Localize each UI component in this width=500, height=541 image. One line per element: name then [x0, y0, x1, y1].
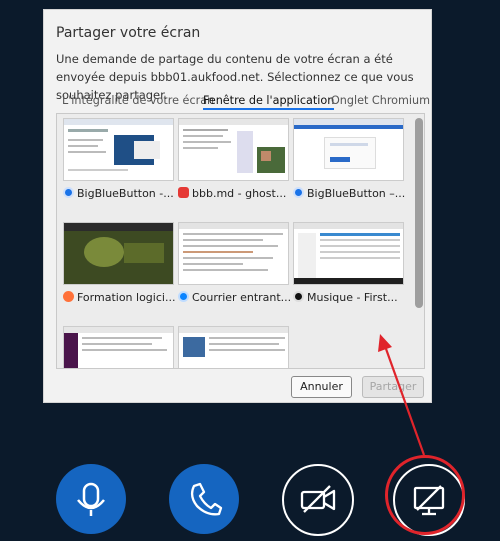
- window-label: Musique - First...: [293, 291, 411, 304]
- camera-button[interactable]: [282, 464, 354, 536]
- microphone-button[interactable]: [56, 464, 126, 534]
- thunderbird-icon: [178, 291, 189, 302]
- window-thumbnail[interactable]: [293, 222, 404, 285]
- dialog-title: Partager votre écran: [56, 25, 201, 41]
- tab-application-window[interactable]: Fenêtre de l'application: [203, 94, 335, 110]
- source-tabs: L'intégralité de votre écran Fenêtre de …: [56, 94, 430, 110]
- microphone-icon: [77, 482, 105, 516]
- share-screen-dialog: Partager votre écran Une demande de part…: [43, 9, 432, 403]
- window-thumbnail[interactable]: [63, 118, 174, 181]
- window-label: bbb.md - ghost...: [178, 187, 296, 200]
- window-thumbnail[interactable]: [178, 118, 289, 181]
- cancel-button[interactable]: Annuler: [291, 376, 352, 398]
- window-label: BigBlueButton -...: [63, 187, 181, 200]
- tab-chromium[interactable]: Onglet Chromium: [331, 94, 430, 107]
- window-thumbnail[interactable]: [293, 118, 404, 181]
- window-label: Formation logici...: [63, 291, 181, 304]
- phone-button[interactable]: [169, 464, 239, 534]
- share-button[interactable]: Partager: [362, 376, 424, 398]
- window-label: Courrier entrant...: [178, 291, 296, 304]
- window-thumbnail[interactable]: [63, 326, 174, 368]
- window-thumbnail[interactable]: [178, 326, 289, 368]
- window-thumbnail[interactable]: [63, 222, 174, 285]
- highlight-circle: [385, 455, 465, 535]
- ghostwriter-icon: [178, 187, 189, 198]
- window-grid: BigBlueButton -... bbb.md - ghost... Big…: [56, 113, 425, 369]
- music-icon: [293, 291, 304, 302]
- camera-off-icon: [300, 485, 336, 513]
- tab-entire-screen[interactable]: L'intégralité de votre écran: [62, 94, 214, 107]
- firefox-icon: [63, 291, 74, 302]
- chrome-icon: [293, 187, 304, 198]
- chrome-icon: [63, 187, 74, 198]
- window-thumbnail[interactable]: [178, 222, 289, 285]
- window-label: BigBlueButton –...: [293, 187, 411, 200]
- phone-icon: [190, 482, 223, 516]
- scrollbar[interactable]: [415, 118, 423, 308]
